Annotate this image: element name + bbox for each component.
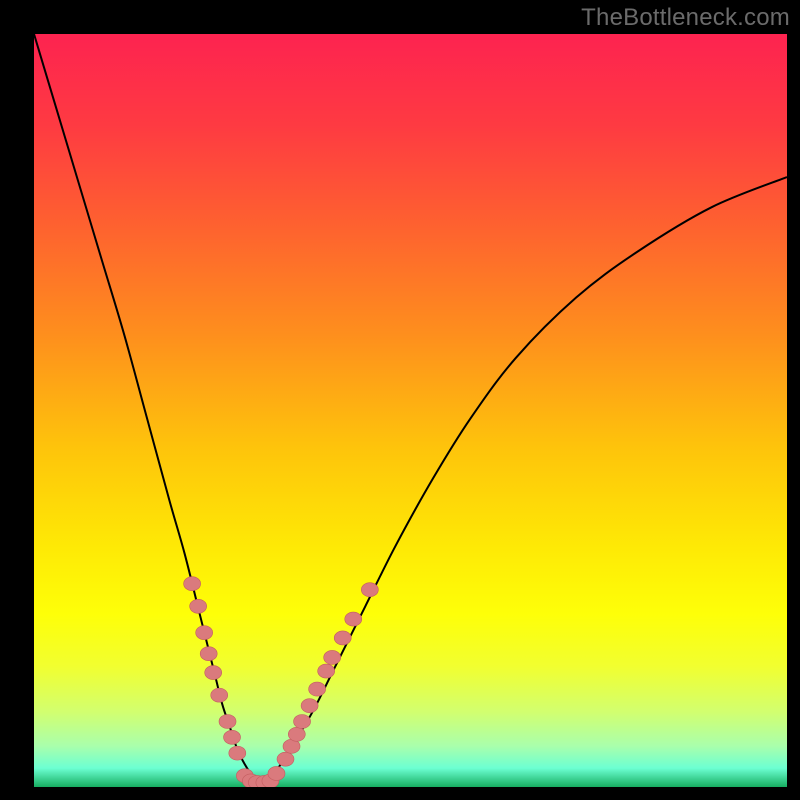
plot-area bbox=[34, 34, 787, 787]
plot-svg bbox=[34, 34, 787, 787]
sample-point bbox=[334, 631, 351, 645]
watermark-text: TheBottleneck.com bbox=[581, 4, 790, 32]
sample-point bbox=[205, 666, 222, 680]
sample-point bbox=[224, 730, 241, 744]
sample-point bbox=[301, 699, 318, 713]
sample-point bbox=[196, 626, 213, 640]
sample-point bbox=[324, 650, 341, 664]
sample-point bbox=[309, 682, 326, 696]
sample-point bbox=[277, 752, 294, 766]
sample-point bbox=[229, 746, 246, 760]
sample-point bbox=[268, 766, 285, 780]
sample-point bbox=[219, 714, 236, 728]
sample-point bbox=[361, 583, 378, 597]
sample-point bbox=[288, 727, 305, 741]
gradient-background bbox=[34, 34, 787, 787]
sample-point bbox=[190, 599, 207, 613]
sample-point bbox=[345, 612, 362, 626]
sample-point bbox=[184, 577, 201, 591]
sample-point bbox=[200, 647, 217, 661]
sample-point bbox=[211, 688, 228, 702]
chart-frame: TheBottleneck.com bbox=[0, 0, 800, 800]
sample-point bbox=[294, 714, 311, 728]
sample-point bbox=[318, 664, 335, 678]
